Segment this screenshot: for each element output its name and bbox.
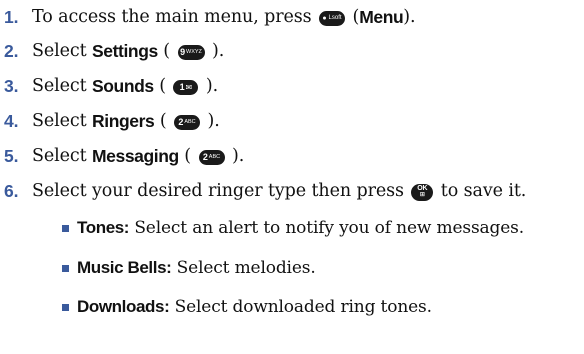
- step-6: 6. Select your desired ringer type then …: [4, 176, 526, 206]
- subitem-downloads: Downloads: Select downloaded ring tones.: [62, 292, 432, 322]
- ok-key-icon: OK ⊞: [411, 183, 434, 201]
- step-5: 5. Select Messaging ( 2 ABC ).: [4, 141, 244, 171]
- messaging-keyword: Messaging: [92, 145, 179, 166]
- subitem-tones: Tones: Select an alert to notify you of …: [62, 213, 524, 243]
- sounds-keyword: Sounds: [92, 75, 154, 96]
- step-text: Select: [32, 76, 92, 96]
- step-text: To access the main menu, press: [32, 7, 317, 27]
- key-9-icon: 9 WXYZ: [177, 44, 205, 60]
- bullet-icon: [62, 224, 69, 232]
- step-end: ).: [226, 146, 245, 166]
- bullet-icon: [62, 264, 69, 272]
- step-end: ).: [403, 7, 416, 27]
- subitem-text: Select downloaded ring tones.: [169, 297, 432, 317]
- subitem-keyword: Music Bells:: [77, 258, 172, 277]
- ringers-keyword: Ringers: [92, 110, 155, 131]
- step-text: Select: [32, 111, 92, 131]
- step-2: 2. Select Settings ( 9 WXYZ ).: [4, 36, 224, 66]
- key-2-icon: 2 ABC: [198, 149, 225, 165]
- step-3: 3. Select Sounds ( 1 ✉ ).: [4, 71, 218, 101]
- step-paren: (: [178, 146, 197, 166]
- subitem-text: Select melodies.: [171, 258, 316, 278]
- step-4: 4. Select Ringers ( 2 ABC ).: [4, 106, 220, 136]
- instruction-page: 1. To access the main menu, press ● Lsoft…: [0, 0, 584, 354]
- step-number: 6.: [4, 180, 19, 201]
- subitem-keyword: Tones:: [77, 218, 130, 237]
- menu-keyword: Menu: [359, 6, 404, 27]
- subitem-keyword: Downloads:: [77, 297, 170, 316]
- step-end: ).: [200, 76, 219, 96]
- step-end: to save it.: [435, 181, 527, 201]
- step-text: Select: [32, 41, 92, 61]
- step-end: ).: [206, 41, 225, 61]
- step-paren: (: [154, 111, 173, 131]
- step-paren: (: [153, 76, 172, 96]
- step-paren: (: [157, 41, 176, 61]
- key-2-icon: 2 ABC: [174, 114, 201, 130]
- step-text: Select: [32, 146, 92, 166]
- step-number: 5.: [4, 145, 19, 166]
- subitem-music-bells: Music Bells: Select melodies.: [62, 253, 316, 283]
- step-number: 2.: [4, 40, 19, 61]
- step-paren: (: [346, 7, 360, 27]
- key-1-icon: 1 ✉: [173, 79, 199, 95]
- left-softkey-icon: ● Lsoft: [318, 10, 345, 26]
- step-number: 1.: [4, 6, 19, 27]
- step-number: 4.: [4, 110, 19, 131]
- step-number: 3.: [4, 75, 19, 96]
- bullet-icon: [62, 303, 69, 311]
- step-text: Select your desired ringer type then pre…: [32, 181, 410, 201]
- step-end: ).: [202, 111, 220, 131]
- settings-keyword: Settings: [92, 40, 158, 61]
- step-1: 1. To access the main menu, press ● Lsoft…: [4, 2, 416, 32]
- subitem-text: Select an alert to notify you of new mes…: [129, 218, 525, 238]
